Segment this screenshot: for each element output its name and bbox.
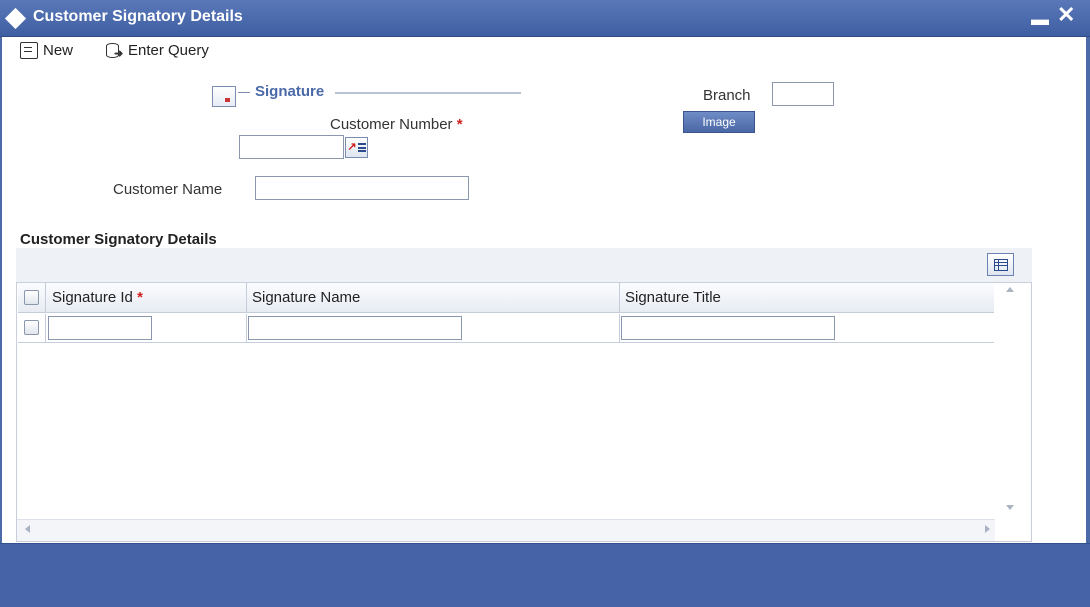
customer-number-field[interactable] — [239, 135, 344, 159]
customer-name-label: Customer Name — [113, 181, 223, 198]
window-border-right — [1086, 37, 1090, 543]
new-icon — [20, 41, 38, 59]
column-signature-title[interactable]: Signature Title — [625, 289, 721, 306]
collapse-section-icon[interactable] — [212, 86, 236, 107]
column-divider — [246, 314, 247, 342]
close-icon[interactable]: ✕ — [1057, 4, 1075, 26]
section-title: Customer Signatory Details — [20, 231, 217, 248]
row-checkbox[interactable] — [24, 320, 39, 335]
branch-label: Branch — [703, 87, 751, 104]
signature-legend: Signature — [255, 83, 325, 100]
horizontal-scrollbar[interactable] — [17, 519, 995, 541]
required-marker: * — [137, 289, 143, 306]
table-row — [18, 314, 994, 343]
footer-bar — [0, 543, 1090, 607]
single-view-icon — [993, 258, 1008, 271]
scroll-right-icon[interactable] — [985, 525, 990, 533]
lov-arrow-icon: ↗ — [347, 141, 357, 153]
fieldset-line-right — [335, 92, 521, 94]
branch-field[interactable] — [772, 82, 834, 106]
new-button[interactable]: New — [20, 40, 73, 60]
select-all-checkbox[interactable] — [24, 290, 39, 305]
column-divider — [45, 314, 46, 342]
enter-query-icon: ➜ — [105, 42, 123, 59]
new-label: New — [43, 41, 74, 59]
scroll-up-icon[interactable] — [1006, 287, 1014, 292]
signature-title-field[interactable] — [621, 316, 835, 340]
fieldset-line-left — [238, 92, 250, 93]
minimize-icon[interactable]: ▬ — [1031, 10, 1049, 28]
window-title: Customer Signatory Details — [33, 8, 243, 25]
column-divider — [619, 314, 620, 342]
required-marker: * — [456, 116, 463, 133]
column-signature-name[interactable]: Signature Name — [252, 289, 360, 306]
enter-query-label: Enter Query — [128, 41, 209, 59]
grid-toolbar — [16, 248, 1032, 282]
signature-name-field[interactable] — [248, 316, 462, 340]
customer-number-lov-button[interactable]: ↗ — [345, 137, 368, 158]
grid-header: Signature Id * Signature Name Signature … — [18, 283, 994, 313]
column-divider — [619, 283, 620, 313]
enter-query-button[interactable]: ➜ Enter Query — [105, 40, 209, 60]
customer-number-label: Customer Number * — [330, 116, 463, 133]
customer-name-field[interactable] — [255, 176, 469, 200]
vertical-scrollbar[interactable] — [995, 283, 1031, 519]
column-divider — [45, 283, 46, 313]
image-button[interactable]: Image — [683, 111, 755, 133]
window-border-left — [0, 37, 2, 543]
lov-list-icon — [357, 143, 366, 152]
column-signature-id[interactable]: Signature Id * — [52, 289, 143, 306]
signature-id-field[interactable] — [48, 316, 152, 340]
grid-settings-button[interactable] — [987, 253, 1014, 276]
scroll-down-icon[interactable] — [1006, 505, 1014, 510]
scroll-left-icon[interactable] — [25, 525, 30, 533]
column-divider — [246, 283, 247, 313]
